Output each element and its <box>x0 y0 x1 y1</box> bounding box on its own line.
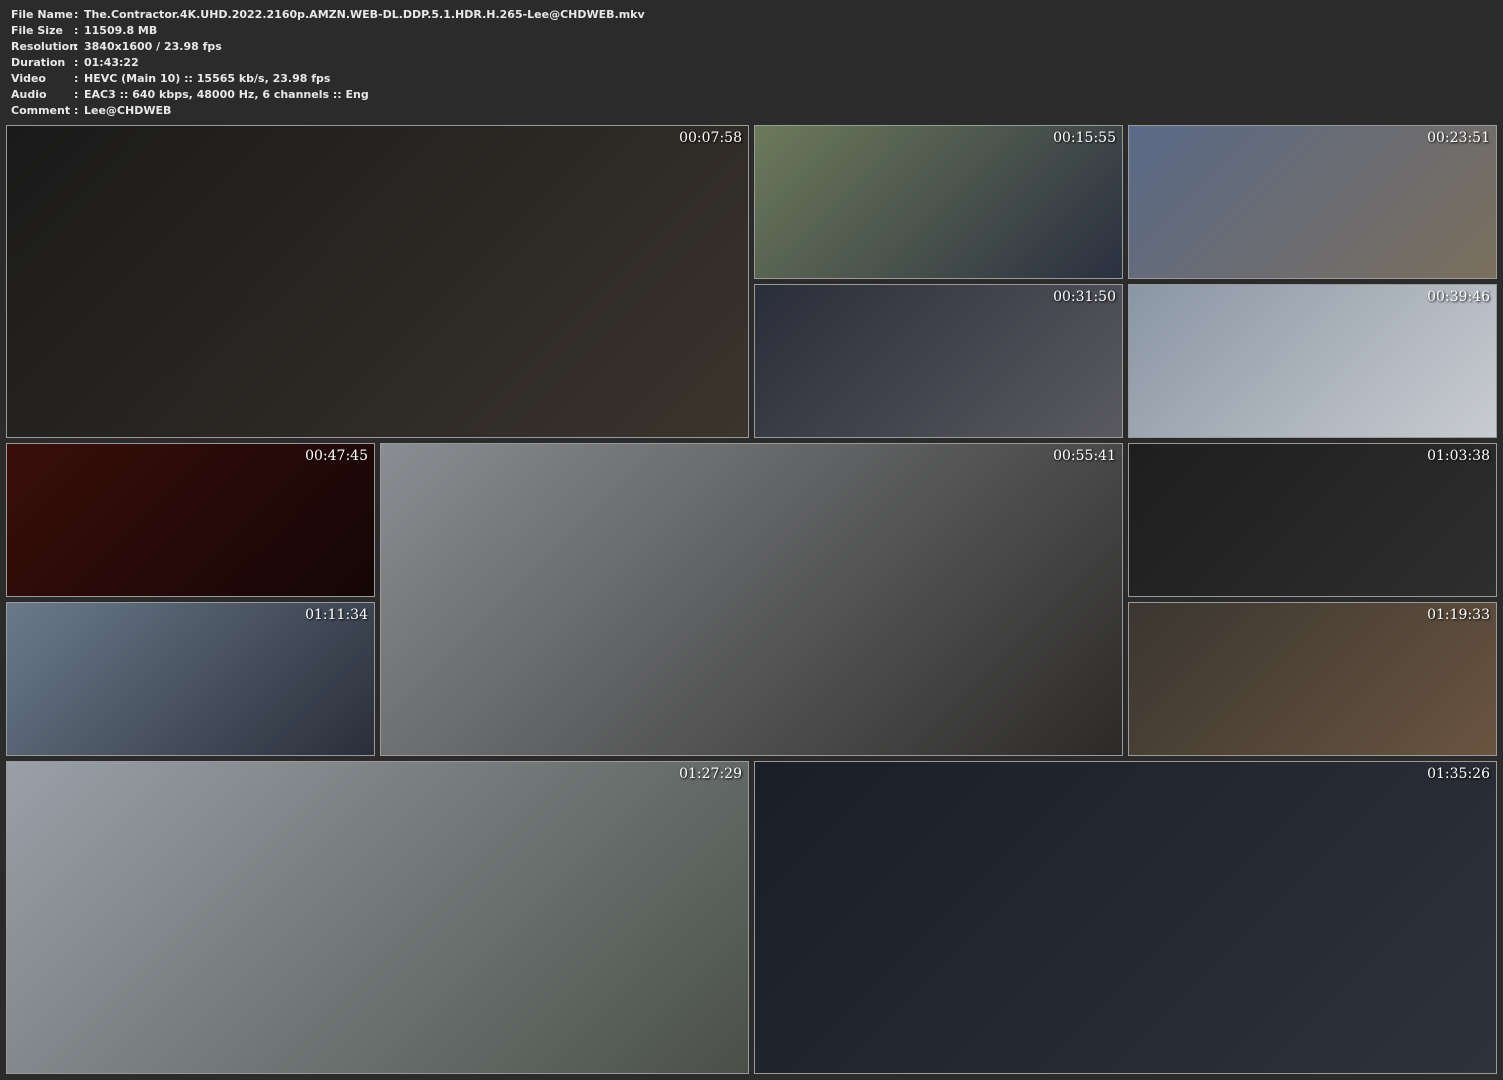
thumbnail: 01:03:38 <box>1128 443 1497 597</box>
timestamp: 01:19:33 <box>1427 607 1490 623</box>
thumbnail: 00:55:41 <box>380 443 1123 756</box>
info-label: Resolution <box>11 40 78 53</box>
info-row: Duration:01:43:22 <box>11 56 139 69</box>
thumbnail: 00:23:51 <box>1128 125 1497 279</box>
info-row: File Size:11509.8 MB <box>11 24 158 37</box>
file-info: File Name: The.Contractor.4K.UHD.2022.216… <box>11 7 645 119</box>
timestamp: 00:15:55 <box>1053 130 1116 146</box>
timestamp: 01:03:38 <box>1427 448 1490 464</box>
timestamp: 01:11:34 <box>305 607 368 623</box>
info-label: Audio <box>11 88 47 101</box>
thumbnail: 00:31:50 <box>754 284 1123 438</box>
thumbnail: 01:11:34 <box>6 602 375 756</box>
thumbnail: 00:39:46 <box>1128 284 1497 438</box>
info-label: Comment <box>11 104 71 117</box>
timestamp: 01:27:29 <box>679 766 742 782</box>
thumbnail: 00:47:45 <box>6 443 375 597</box>
thumbnail: 01:27:29 <box>6 761 749 1074</box>
info-label: File Name <box>11 8 73 21</box>
info-value: 01:43:22 <box>84 56 139 69</box>
thumbnail: 01:19:33 <box>1128 602 1497 756</box>
thumbnail: 01:35:26 <box>754 761 1497 1074</box>
timestamp: 00:39:46 <box>1427 289 1490 305</box>
timestamp: 00:07:58 <box>679 130 742 146</box>
timestamp: 00:47:45 <box>305 448 368 464</box>
info-row: File Name: The.Contractor.4K.UHD.2022.216… <box>11 8 645 21</box>
info-row: Audio: EAC3 :: 640 kbps, 48000 Hz, 6 chan… <box>11 88 369 101</box>
info-label: Video <box>11 72 46 85</box>
info-value: 3840x1600 / 23.98 fps <box>84 40 222 53</box>
timestamp: 00:55:41 <box>1053 448 1116 464</box>
timestamp: 01:35:26 <box>1427 766 1490 782</box>
info-value: The.Contractor.4K.UHD.2022.2160p.AMZN.WE… <box>84 8 645 21</box>
info-row: Comment: Lee@CHDWEB <box>11 104 172 117</box>
info-label: File Size <box>11 24 63 37</box>
info-value: HEVC (Main 10) :: 15565 kb/s, 23.98 fps <box>84 72 331 85</box>
info-value: EAC3 :: 640 kbps, 48000 Hz, 6 channels :… <box>84 88 369 101</box>
timestamp: 00:23:51 <box>1427 130 1490 146</box>
info-value: 11509.8 MB <box>84 24 158 37</box>
timestamp: 00:31:50 <box>1053 289 1116 305</box>
info-label: Duration <box>11 56 66 69</box>
info-row: Resolution:3840x1600 / 23.98 fps <box>11 40 222 53</box>
info-row: Video: HEVC (Main 10) :: 15565 kb/s, 23.9… <box>11 72 331 85</box>
thumbnail: 00:15:55 <box>754 125 1123 279</box>
thumbnail: 00:07:58 <box>6 125 749 438</box>
info-value: Lee@CHDWEB <box>84 104 172 117</box>
